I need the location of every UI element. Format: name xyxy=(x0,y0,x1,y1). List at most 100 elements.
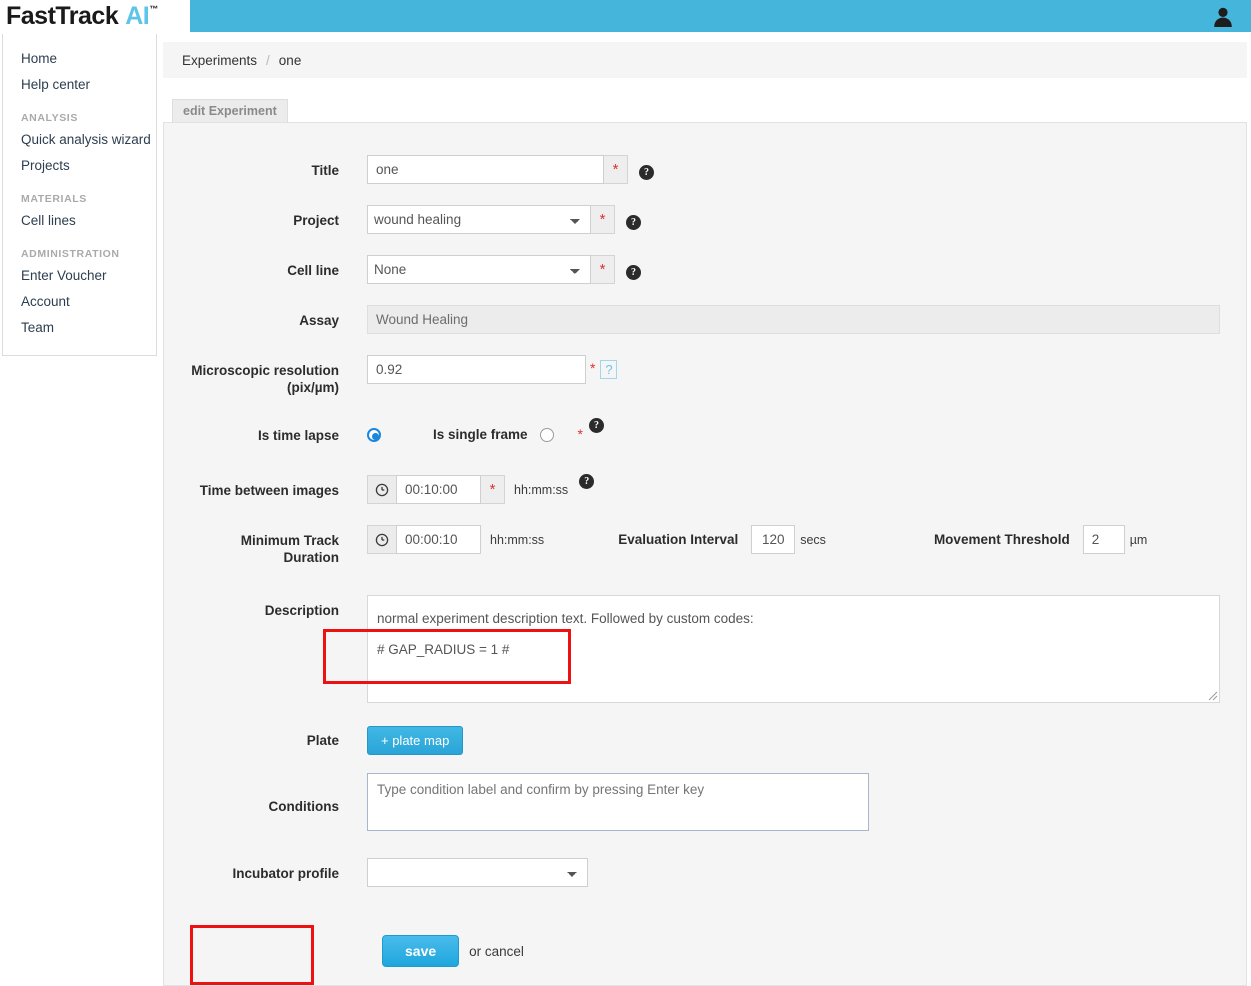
cell-line-required-indicator: * xyxy=(591,255,615,284)
form-row-project: Project wound healing * ? xyxy=(184,205,641,234)
resolution-required-indicator: * xyxy=(590,360,596,376)
tab-edit-experiment[interactable]: edit Experiment xyxy=(172,99,288,122)
label-description: Description xyxy=(264,603,339,618)
title-help-button[interactable]: ? xyxy=(639,162,654,180)
label-evaluation-interval: Evaluation Interval xyxy=(618,532,739,547)
minimum-track-duration-unit: hh:mm:ss xyxy=(490,533,545,547)
project-select[interactable]: wound healing xyxy=(367,205,591,234)
question-mark-circle-icon: ? xyxy=(579,474,595,489)
label-cell-line: Cell line xyxy=(287,263,339,278)
question-mark-circle-icon: ? xyxy=(626,265,641,280)
question-mark-circle-icon: ? xyxy=(626,215,641,230)
add-plate-map-button[interactable]: + plate map xyxy=(367,726,464,755)
sidebar-heading-analysis: ANALYSIS xyxy=(21,112,78,124)
sidebar-item-team[interactable]: Team xyxy=(3,315,156,341)
user-account-button[interactable] xyxy=(1209,3,1237,31)
label-is-time-lapse: Is time lapse xyxy=(257,428,339,443)
logo-trademark-symbol: ™ xyxy=(149,4,158,14)
label-project: Project xyxy=(293,213,339,228)
label-time-between-images: Time between images xyxy=(199,483,339,498)
label-assay: Assay xyxy=(299,313,339,328)
description-line-2: # GAP_RADIUS = 1 # xyxy=(377,642,510,657)
sidebar-item-enter-voucher[interactable]: Enter Voucher xyxy=(3,263,156,289)
label-movement-threshold: Movement Threshold xyxy=(933,532,1070,547)
radio-is-single-frame[interactable] xyxy=(539,428,554,442)
form-row-plate: Plate + plate map xyxy=(184,726,464,755)
logo-primary-text: FastTrack xyxy=(6,1,119,30)
sidebar-heading-materials: MATERIALS xyxy=(21,193,87,205)
user-silhouette-icon xyxy=(1214,7,1232,27)
frame-mode-help-button[interactable]: ? xyxy=(589,415,604,433)
label-conditions: Conditions xyxy=(268,799,340,814)
label-min-track-line2: Duration xyxy=(283,550,340,565)
microscopic-resolution-input[interactable] xyxy=(367,355,586,384)
movement-threshold-unit: µm xyxy=(1129,533,1148,547)
label-microscopic-resolution: Microscopic resolution (pix/µm) xyxy=(184,362,339,396)
time-between-images-input[interactable] xyxy=(396,475,481,504)
assay-readonly-field: Wound Healing xyxy=(367,305,1220,334)
form-row-cell-line: Cell line None * ? xyxy=(184,255,641,284)
label-resolution-line2: (pix/µm) xyxy=(286,380,339,395)
form-row-time-between-images: Time between images * hh:mm:ss ? xyxy=(184,474,595,504)
description-line-1: normal experiment description text. Foll… xyxy=(377,611,754,626)
sidebar-item-cell-lines[interactable]: Cell lines xyxy=(3,208,156,234)
form-row-description: Description normal experiment descriptio… xyxy=(184,595,1220,703)
description-textarea[interactable]: normal experiment description text. Foll… xyxy=(367,595,1220,703)
form-row-track-settings: Minimum Track Duration hh:mm:ss Evaluati… xyxy=(184,525,1147,566)
project-required-indicator: * xyxy=(591,205,615,234)
experiment-form-panel: Title * ? Project wound healing * ? Cell… xyxy=(163,122,1247,986)
form-row-assay: Assay Wound Healing xyxy=(184,305,1220,334)
cancel-link[interactable]: or cancel xyxy=(469,944,524,959)
breadcrumb-experiments-link[interactable]: Experiments xyxy=(182,53,257,68)
movement-threshold-input[interactable] xyxy=(1082,525,1125,554)
top-header-bar: FastTrack AI ™ xyxy=(0,0,1251,32)
question-mark-circle-icon: ? xyxy=(639,165,654,180)
label-minimum-track-duration: Minimum Track Duration xyxy=(184,532,339,566)
label-plate: Plate xyxy=(306,733,339,748)
sidebar-item-quick-analysis-wizard[interactable]: Quick analysis wizard xyxy=(3,127,156,153)
time-between-images-help-button[interactable]: ? xyxy=(579,471,595,489)
title-input[interactable] xyxy=(367,155,604,184)
breadcrumb-current-item: one xyxy=(278,52,302,68)
project-help-button[interactable]: ? xyxy=(626,212,641,230)
form-row-title: Title * ? xyxy=(184,155,654,184)
evaluation-interval-unit: secs xyxy=(800,533,826,547)
radio-is-time-lapse[interactable] xyxy=(367,428,381,442)
save-button[interactable]: save xyxy=(382,935,460,967)
sidebar-item-account[interactable]: Account xyxy=(3,289,156,315)
incubator-profile-select[interactable] xyxy=(367,858,588,887)
conditions-input[interactable] xyxy=(367,773,869,831)
form-row-frame-mode: Is time lapse Is single frame * ? xyxy=(184,418,604,444)
clock-icon xyxy=(375,483,389,496)
clock-icon xyxy=(375,533,389,546)
question-mark-circle-icon: ? xyxy=(589,418,604,433)
form-row-conditions: Conditions xyxy=(184,773,869,831)
cell-line-select[interactable]: None xyxy=(367,255,591,284)
label-incubator-profile: Incubator profile xyxy=(232,866,339,881)
sidebar-item-help-center[interactable]: Help center xyxy=(3,72,156,98)
resolution-help-button[interactable]: ? xyxy=(600,360,618,379)
left-sidebar-nav: Home Help center ANALYSIS Quick analysis… xyxy=(2,34,157,356)
form-row-incubator-profile: Incubator profile xyxy=(184,858,588,887)
tab-bar: edit Experiment xyxy=(163,99,1247,122)
app-page: FastTrack AI ™ Home Help center ANALYSIS… xyxy=(0,0,1251,986)
time-between-images-clock-button[interactable] xyxy=(367,475,396,504)
logo-accent-text: AI xyxy=(125,1,150,30)
label-min-track-line1: Minimum Track xyxy=(240,533,339,548)
minimum-track-duration-input[interactable] xyxy=(396,525,481,554)
evaluation-interval-input[interactable] xyxy=(751,525,796,554)
label-title: Title xyxy=(311,163,339,178)
sidebar-item-home[interactable]: Home xyxy=(3,46,156,72)
cell-line-help-button[interactable]: ? xyxy=(626,262,641,280)
form-actions: save or cancel xyxy=(184,935,524,967)
label-is-single-frame: Is single frame xyxy=(433,427,528,442)
time-between-images-unit: hh:mm:ss xyxy=(514,483,569,497)
description-textarea-wrapper: normal experiment description text. Foll… xyxy=(367,595,1220,703)
sidebar-heading-administration: ADMINISTRATION xyxy=(21,248,120,260)
title-required-indicator: * xyxy=(604,155,628,184)
frame-mode-required-indicator: * xyxy=(577,426,583,442)
app-logo[interactable]: FastTrack AI ™ xyxy=(0,0,190,32)
minimum-track-duration-clock-button[interactable] xyxy=(367,525,396,554)
sidebar-item-projects[interactable]: Projects xyxy=(3,153,156,179)
breadcrumb-separator: / xyxy=(266,52,270,68)
